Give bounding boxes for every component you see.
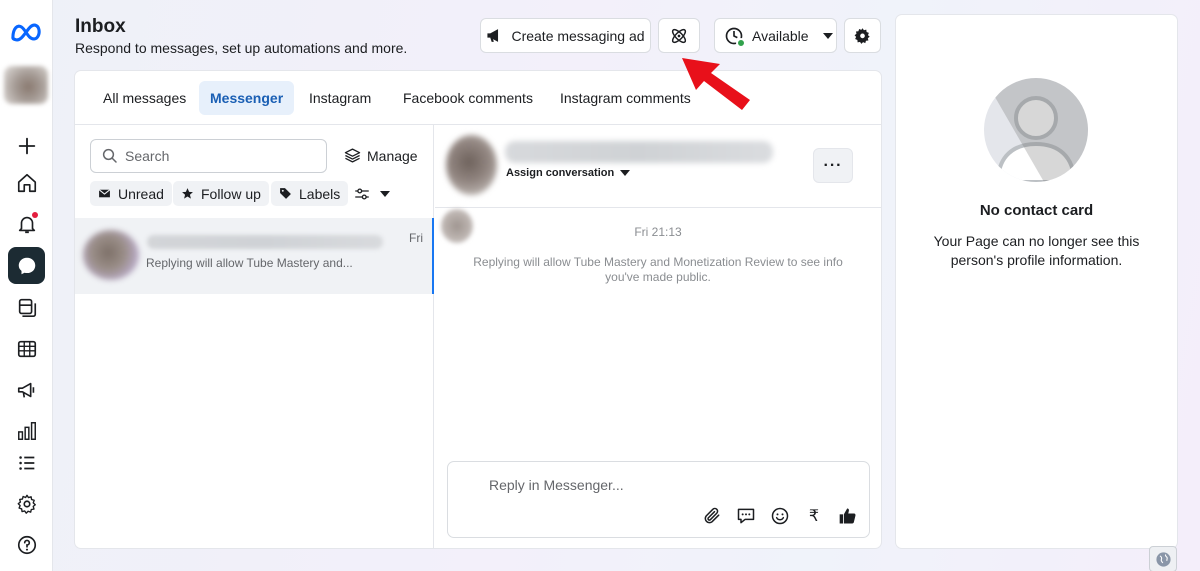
- tab-all-messages[interactable]: All messages: [92, 81, 197, 115]
- paperclip-icon: [704, 507, 720, 524]
- home-button[interactable]: [8, 164, 45, 201]
- unread-filter[interactable]: Unread: [90, 181, 172, 206]
- contact-avatar[interactable]: [446, 135, 497, 195]
- content-icon: [18, 298, 36, 317]
- smiley-icon: [771, 507, 789, 525]
- create-messaging-ad-label: Create messaging ad: [511, 27, 645, 44]
- composer-toolbar: ₹: [701, 505, 859, 527]
- attach-button[interactable]: [701, 505, 723, 527]
- meta-logo-icon[interactable]: [9, 20, 44, 44]
- emoji-button[interactable]: [769, 505, 791, 527]
- globe-icon: [1155, 551, 1171, 567]
- envelope-icon: [98, 189, 111, 198]
- thread-header: Assign conversation ···: [435, 125, 881, 208]
- contact-avatar: [83, 230, 139, 280]
- create-button[interactable]: [8, 127, 45, 164]
- left-navigation-rail: [0, 0, 53, 571]
- list-icon: [18, 455, 34, 470]
- conversation-list: Search Manage Unread Follow up Labels Fr…: [75, 125, 434, 548]
- plus-icon: [18, 137, 35, 154]
- language-button[interactable]: [1149, 546, 1177, 571]
- availability-label: Available: [752, 27, 809, 44]
- tag-icon: [280, 188, 291, 199]
- chevron-down-icon: [620, 170, 631, 176]
- help-button[interactable]: [8, 526, 45, 563]
- privacy-notice: Replying will allow Tube Mastery and Mon…: [473, 255, 843, 284]
- bar-chart-icon: [17, 421, 36, 440]
- page-avatar[interactable]: [4, 66, 48, 104]
- saved-replies-button[interactable]: [735, 505, 757, 527]
- assign-conversation-label: Assign conversation: [506, 167, 615, 179]
- table-icon: [17, 340, 36, 357]
- more-filters-button[interactable]: [353, 185, 390, 203]
- follow-up-filter-label: Follow up: [201, 185, 261, 202]
- atom-icon: [671, 28, 687, 43]
- reply-input[interactable]: Reply in Messenger...: [489, 477, 624, 493]
- payment-button[interactable]: ₹: [803, 505, 825, 527]
- annotation-arrow-icon: [682, 58, 750, 110]
- assign-conversation-dropdown[interactable]: Assign conversation: [506, 167, 631, 179]
- labels-filter-label: Labels: [299, 185, 341, 202]
- sliders-icon: [355, 188, 369, 200]
- search-input[interactable]: Search: [90, 139, 327, 173]
- manage-label: Manage: [367, 147, 418, 164]
- tab-bar: All messages Messenger Instagram Faceboo…: [75, 71, 881, 125]
- content-button[interactable]: [8, 288, 45, 325]
- status-dot: [736, 37, 746, 48]
- contact-card-title: No contact card: [979, 202, 1094, 219]
- search-placeholder: Search: [125, 148, 170, 164]
- gear-icon: [17, 494, 36, 514]
- megaphone-icon: [17, 382, 34, 397]
- page-subtitle: Respond to messages, set up automations …: [75, 40, 408, 56]
- notifications-button[interactable]: [8, 205, 45, 242]
- layers-icon: [344, 148, 361, 163]
- manage-button[interactable]: Manage: [344, 147, 418, 164]
- inbox-panel: All messages Messenger Instagram Faceboo…: [75, 71, 881, 548]
- tab-facebook-comments[interactable]: Facebook comments: [392, 81, 544, 115]
- more-options-button[interactable]: ···: [813, 148, 853, 183]
- conversation-time: Fri: [409, 231, 423, 245]
- ads-button[interactable]: [8, 371, 45, 408]
- availability-dropdown[interactable]: Available: [714, 18, 837, 53]
- help-icon: [17, 535, 36, 554]
- home-icon: [17, 173, 36, 192]
- tab-messenger[interactable]: Messenger: [199, 81, 295, 115]
- search-icon: [102, 148, 117, 163]
- chevron-down-icon: [822, 32, 833, 39]
- settings-button[interactable]: [8, 485, 45, 522]
- conversation-thread: Assign conversation ··· Fri 21:13 Replyi…: [435, 125, 881, 548]
- conversation-snippet: Replying will allow Tube Mastery and...: [146, 256, 353, 270]
- labels-filter[interactable]: Labels: [271, 181, 349, 206]
- automations-button[interactable]: [658, 18, 700, 53]
- contact-card: No contact card Your Page can no longer …: [896, 15, 1177, 548]
- chevron-down-icon: [380, 191, 390, 197]
- thumbs-up-icon: [839, 508, 856, 524]
- tab-instagram[interactable]: Instagram: [298, 81, 382, 115]
- page-title: Inbox: [75, 16, 126, 37]
- clock-status-icon: [724, 26, 746, 48]
- megaphone-icon: [487, 29, 499, 42]
- menu-button[interactable]: [8, 444, 45, 481]
- tab-instagram-comments[interactable]: Instagram comments: [549, 81, 702, 115]
- planner-button[interactable]: [8, 330, 45, 367]
- unread-filter-label: Unread: [118, 185, 164, 202]
- gear-icon: [854, 28, 870, 44]
- star-icon: [182, 188, 193, 199]
- inbox-button[interactable]: [8, 247, 45, 284]
- list-item[interactable]: Fri Replying will allow Tube Mastery and…: [75, 218, 434, 294]
- person-placeholder-icon: [984, 78, 1088, 182]
- inbox-settings-button[interactable]: [844, 18, 881, 53]
- contact-name-redacted: [147, 235, 383, 249]
- notification-dot: [32, 212, 38, 218]
- like-button[interactable]: [837, 505, 859, 527]
- reply-composer[interactable]: Reply in Messenger... ₹: [447, 461, 870, 538]
- contact-card-text: Your Page can no longer see this person'…: [933, 233, 1140, 268]
- create-messaging-ad-button[interactable]: Create messaging ad: [480, 18, 651, 53]
- chat-bubble-icon: [737, 508, 755, 524]
- follow-up-filter[interactable]: Follow up: [173, 181, 269, 206]
- contact-name-redacted: [505, 141, 773, 163]
- message-timestamp: Fri 21:13: [634, 225, 682, 239]
- message-icon: [18, 257, 35, 274]
